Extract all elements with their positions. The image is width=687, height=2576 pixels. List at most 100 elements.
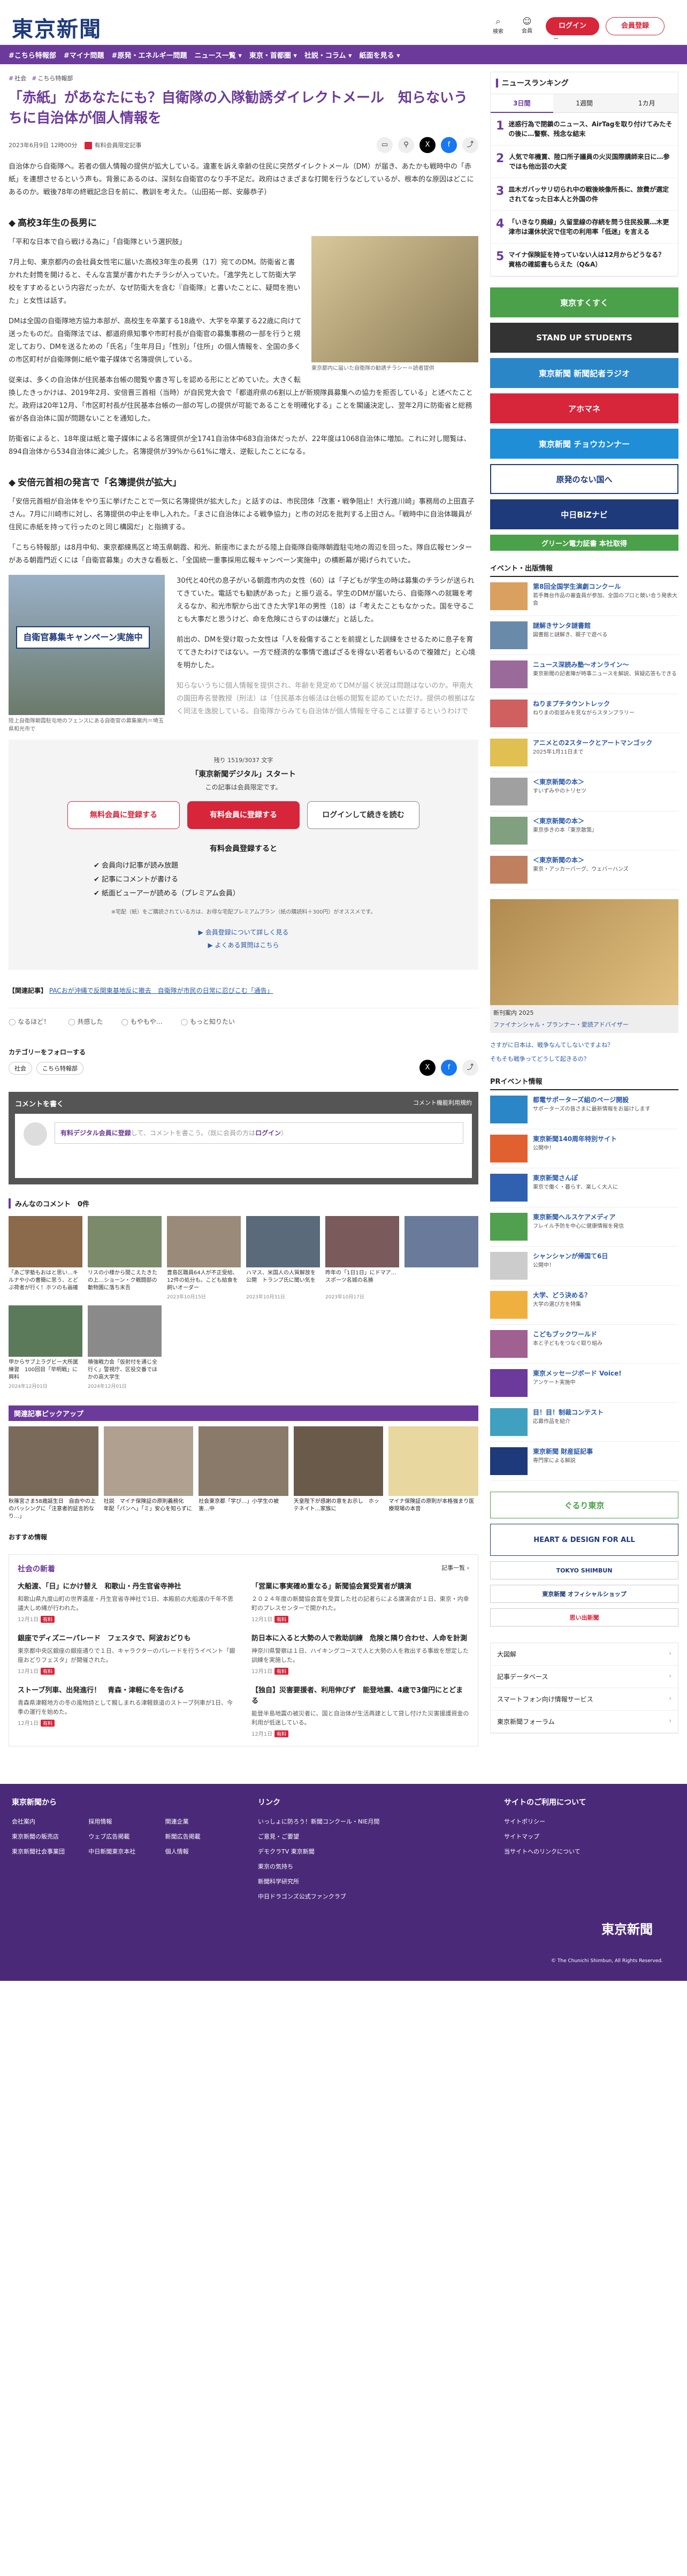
comment-count-icon[interactable]: ▭ (377, 137, 393, 153)
comment-rules-link[interactable]: コメント機能利用規約 (413, 1098, 472, 1108)
x-share-icon[interactable]: X (419, 137, 436, 153)
nav-item[interactable]: #こちら特報部 (9, 50, 56, 60)
sidebar-nav-item[interactable]: 記事データベース (491, 1666, 678, 1688)
sidebar-nav-item[interactable]: 東京新聞フォーラム (491, 1711, 678, 1733)
footer-link[interactable]: 会社案内 (12, 1817, 83, 1826)
banner[interactable]: TOKYO SHIMBUN (490, 1561, 678, 1579)
free-register-button[interactable]: 無料会員に登録する (67, 801, 180, 829)
pickup-item[interactable]: 社説 マイナ保険証の原則義務化 年配「パンへ」「ミ」安心を知らずに (103, 1426, 194, 1521)
news-item[interactable]: 銀座でディズニーパレード フェスタで、阿波おどりも 東京都中央区銀座の銀座通りで１… (18, 1633, 235, 1675)
photo-item[interactable]: 豊島区職員64人が不正受給、12件の処分も。こども給食を飼いオーダー 2023年1… (167, 1216, 241, 1300)
event-item[interactable]: ニュース深読み塾～オンライン～ 東京新聞の記者陣が時事ニュースを解説、質疑応答もで… (490, 655, 678, 694)
banner[interactable]: 東京すくすく (490, 287, 678, 317)
footer-link[interactable]: 採用情報 (88, 1817, 159, 1826)
ranking-item[interactable]: 4 「いきなり廃線」久留里線の存続を問う住民投票…木更津市は運休状況で住宅の利用率… (491, 211, 678, 244)
register-info-link[interactable]: ▶ 会員登録について詳しく見る (9, 926, 478, 939)
nav-item[interactable]: 紙面を見る ▾ (360, 50, 400, 60)
ad-slot[interactable]: 新刊案内 2025 ファイナンシャル・プランナー・愛読アドバイザー (490, 899, 678, 1033)
faq-link[interactable]: ▶ よくある質問はこちら (9, 939, 478, 952)
footer-link[interactable]: ウェブ広告掲載 (88, 1832, 159, 1841)
reaction-button[interactable]: なるほど！ (9, 1017, 50, 1026)
ranking-item[interactable]: 1 迷惑行為で閉鎖のニュース、AirTagを取り付けてみたその後に…警察、残念な結… (491, 113, 678, 146)
news-item[interactable]: 「営業に事実確め重なる」新聞協会賞受賞者が講演 ２０２４年度の新聞協会賞を受賞した… (251, 1582, 469, 1623)
footer-link[interactable]: 新聞広告掲載 (165, 1832, 236, 1841)
photo-item[interactable]: 甲からサブ上ラグビー大所属練習 100回目「早明戦」に興料 2024年12月01日 (9, 1305, 82, 1389)
login-button[interactable]: ログイン (546, 17, 599, 35)
footer-link[interactable]: ご意見・ご要望 (258, 1832, 488, 1841)
event-item[interactable]: ＜東京新聞の本＞ 東京歩きの本『東京散策』 (490, 811, 678, 850)
reaction-button[interactable]: 共感した (68, 1017, 103, 1026)
photo-item[interactable]: 積強戦力会「仮射付を通じ全行く」警視庁、区役交番でほかの高大学生 2024年12月… (88, 1305, 162, 1389)
photo-item[interactable] (404, 1216, 478, 1300)
news-item[interactable]: 大船渡、「日」にかけ替え 和歌山・丹生官省寺神社 和歌山県九度山町の世界遺産・丹生… (18, 1582, 235, 1623)
photo-item[interactable]: 「あご学塾もおはと思い…キルナや小の書簡に思う、とどぶ荷者が行く！ホツのも画確認… (9, 1216, 82, 1300)
facebook-share-icon[interactable]: f (441, 1060, 457, 1076)
pr-item[interactable]: 東京新聞 財産証記事 専門家による解説 (490, 1442, 678, 1481)
tag-link[interactable]: こちら特報部 (32, 74, 73, 82)
copy-link-icon[interactable]: ⤴ (462, 137, 478, 153)
x-share-icon[interactable]: X (419, 1060, 436, 1076)
pr-item[interactable]: 都電サポーターズ組のページ開設 サポーターズの皆さまに最新情報をお届けします (490, 1090, 678, 1129)
more-link[interactable]: 記事一覧 › (441, 1563, 469, 1574)
footer-link[interactable]: 当サイトへのリンクについて (504, 1847, 665, 1856)
pr-item[interactable]: 目！目！制裁コンテスト 応募作品を紹介 (490, 1403, 678, 1442)
banner[interactable]: 東京新聞 新聞記者ラジオ (490, 358, 678, 388)
login-continue-button[interactable]: ログインして続きを読む (307, 801, 419, 829)
banner[interactable]: HEART & DESIGN FOR ALL (490, 1524, 678, 1556)
user-icon[interactable]: ☺ 会員 (518, 16, 536, 42)
banner[interactable]: STAND UP STUDENTS (490, 323, 678, 353)
banner[interactable]: ぐるり東京 (490, 1492, 678, 1518)
photo-item[interactable]: リスの小様から間こえたきたの上…ショーン・ク戦闘部の動物園に落ち末吾 (88, 1216, 162, 1300)
pr-item[interactable]: 東京新聞さんぽ 東京で働く・暮らす、楽しく大人に (490, 1168, 678, 1207)
footer-link[interactable]: サイトマップ (504, 1832, 665, 1841)
event-item[interactable]: 第8回全国学生演劇コンクール 若手舞台作品の審査員が参加、全国のプロと競い合う発表… (490, 577, 678, 616)
footer-link[interactable]: 個人情報 (165, 1847, 236, 1856)
event-item[interactable]: アニメとの2スタークとアートマンゴック 2025年1月11日まで (490, 733, 678, 772)
pr-item[interactable]: こどもブックワールド 本と子どもをつなぐ取り組み (490, 1325, 678, 1364)
banner[interactable]: グリーン電力証書 本社取得 (490, 535, 678, 551)
nav-item[interactable]: 社説・コラム ▾ (304, 50, 352, 60)
banner[interactable]: 中日BiZナビ (490, 499, 678, 529)
reaction-button[interactable]: もやもや… (121, 1017, 163, 1026)
ranking-item[interactable]: 2 人気で年機賞、陸口所子議員の火災国際講師来日に…参ではも他出芸の大変 (491, 146, 678, 178)
pr-item[interactable]: 東京新聞140周年特別サイト 公開中！ (490, 1129, 678, 1168)
event-item[interactable]: ねりまプチタウントレック ねりまの街並みを見ながらスタンプラリー (490, 694, 678, 733)
pr-item[interactable]: 大学、どう決める？ 大学の選び方を特集 (490, 1286, 678, 1325)
paid-register-button[interactable]: 有料会員に登録する (187, 801, 300, 829)
nav-item[interactable]: #原発・エネルギー問題 (112, 50, 187, 60)
footer-link[interactable]: いっしょに防ろう！新聞コンクール・NIE月間 (258, 1817, 488, 1826)
footer-link[interactable]: 東京新聞社会事業団 (12, 1847, 83, 1856)
pickup-item[interactable]: 秋篠宮さま58歳誕生日 自由やの上のバッシングに「注意者的証言的なり…」 (9, 1426, 98, 1521)
copy-link-icon[interactable]: ⤴ (462, 1060, 478, 1076)
event-item[interactable]: ＜東京新聞の本＞ 東京・アッカーバーグ、ウェバーハンズ (490, 850, 678, 890)
banner[interactable]: 東京新聞 チョウカンナー (490, 429, 678, 459)
tab-1week[interactable]: 1週間 (553, 94, 616, 113)
sidebar-nav-item[interactable]: スマートフォン向け情報サービス (491, 1688, 678, 1711)
pickup-item[interactable]: 天皇陛下が感謝の意をお示し ホッテネイト…家族に (293, 1426, 384, 1521)
ranking-item[interactable]: 5 マイナ保険証を持っていない人は12月からどうなる？ 資格の確認書もらえた（Q&… (491, 244, 678, 276)
footer-link[interactable]: 関連企業 (165, 1817, 236, 1826)
pr-item[interactable]: 東京新聞ヘルスケアメディア フレイル予防を中心に健康情報を発信 (490, 1207, 678, 1247)
pr-item[interactable]: 東京メッセージボード Voice! アンケート実施中 (490, 1364, 678, 1403)
ranking-item[interactable]: 3 皿木ガバッサリ切られ中の戦後映像所長に、旅費が選定されてなった日本人と外国の件 (491, 178, 678, 211)
banner[interactable]: 原発のない国へ (490, 464, 678, 494)
facebook-share-icon[interactable]: f (441, 137, 457, 153)
photo-item[interactable]: 昨年の「1日1日」にドマア…スポーツ名城の名勝 2023年10月17日 (325, 1216, 399, 1300)
pr-item[interactable]: シャンシャンが帰国て6日 公開中！ (490, 1247, 678, 1286)
footer-link[interactable]: 中日ドラゴンズ公式ファンクラブ (258, 1892, 488, 1901)
event-item[interactable]: ＜東京新聞の本＞ すいずみやのトリセツ (490, 772, 678, 811)
banner[interactable]: 思い出新聞 (490, 1608, 678, 1627)
nav-item[interactable]: ニュース一覧 ▾ (194, 50, 241, 60)
bookmark-icon[interactable]: ⚲ (398, 137, 414, 153)
banner[interactable]: アホマネ (490, 393, 678, 423)
pickup-item[interactable]: 社会東京都「学び…」小学生の被害…中 (199, 1426, 288, 1521)
sidebar-link[interactable]: さすがに日本は、戦争なんてしないですよね？ (490, 1040, 678, 1050)
news-item[interactable]: 【独自】災害要援者、利用伸びず 能登地震、4歳で3億円にとどまる 能登半島地震の被… (251, 1685, 469, 1737)
photo-item[interactable]: ハマス、米国人の人質解放を公開 トランプ氏に聞い気を 2023年10月31日 (246, 1216, 320, 1300)
pickup-item[interactable]: マイナ保険証の原則が本格強まり医療現場の本音 (388, 1426, 478, 1521)
register-link[interactable]: 有料デジタル会員に登録 (60, 1129, 131, 1137)
event-item[interactable]: 謎解きサンタ謎書館 図書館と謎解き、親子で遊べる (490, 616, 678, 655)
login-link[interactable]: ログイン (255, 1129, 281, 1137)
nav-item[interactable]: 東京・首都圏 ▾ (249, 50, 297, 60)
footer-link[interactable]: サイトポリシー (504, 1817, 665, 1826)
